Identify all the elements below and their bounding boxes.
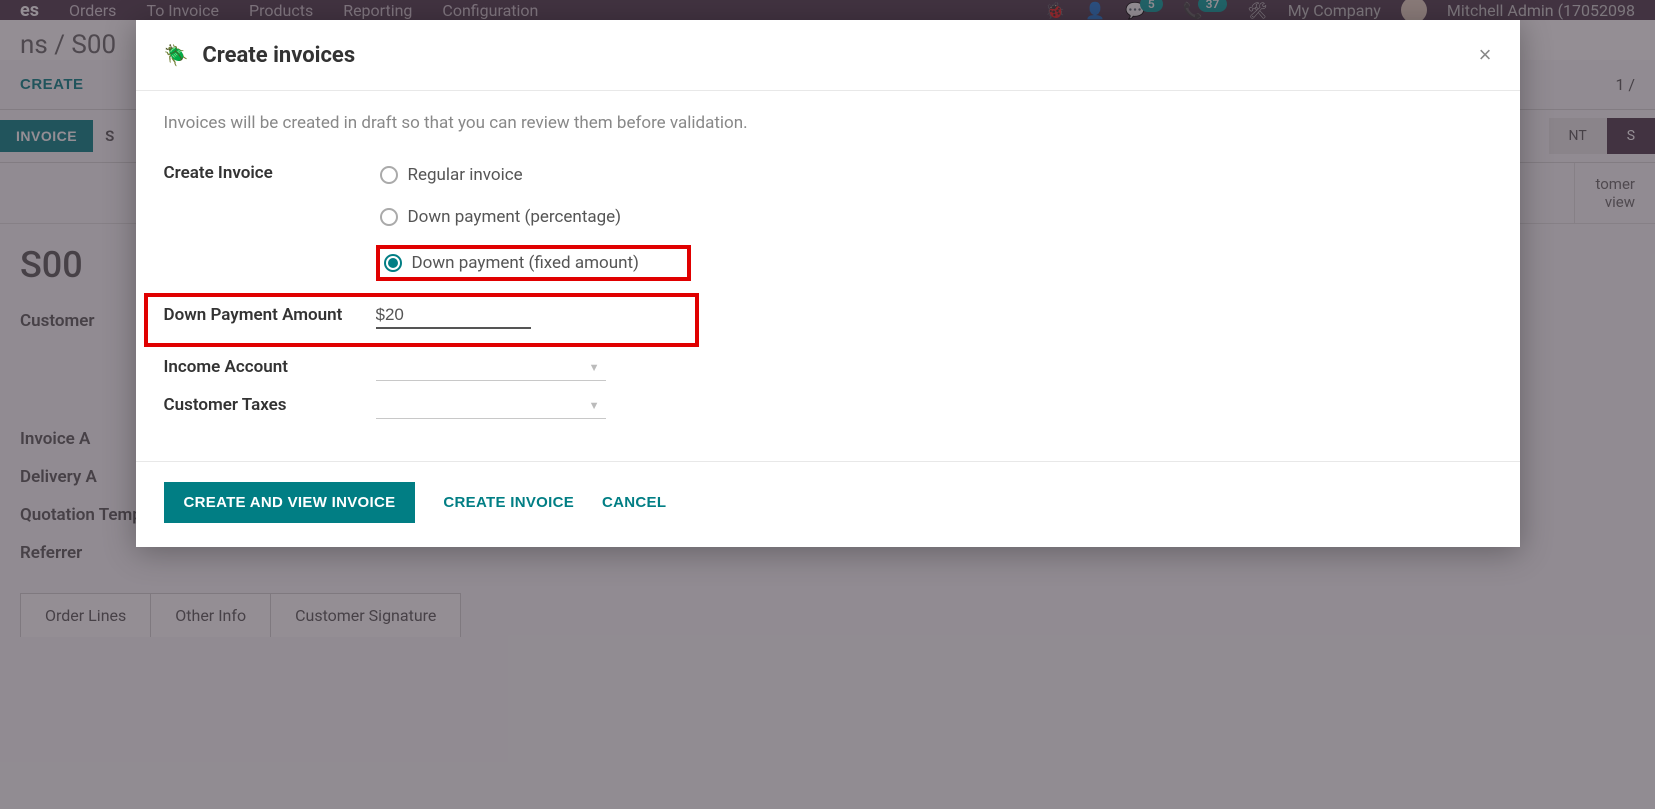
create-invoice-field-label: Create Invoice bbox=[164, 161, 376, 183]
modal-header: 🪲 Create invoices × bbox=[136, 20, 1520, 91]
radio-down-payment-fixed[interactable]: Down payment (fixed amount) bbox=[380, 249, 687, 277]
radio-circle-icon bbox=[380, 166, 398, 184]
create-invoices-modal: 🪲 Create invoices × Invoices will be cre… bbox=[136, 20, 1520, 547]
income-account-select[interactable]: ▼ bbox=[376, 355, 606, 381]
bug-icon[interactable]: 🪲 bbox=[164, 43, 189, 67]
down-payment-amount-row: Down Payment Amount bbox=[144, 293, 699, 347]
create-invoice-button[interactable]: CREATE INVOICE bbox=[443, 494, 574, 511]
create-and-view-invoice-button[interactable]: CREATE AND VIEW INVOICE bbox=[164, 482, 416, 523]
modal-title-text: Create invoices bbox=[202, 43, 355, 68]
caret-down-icon: ▼ bbox=[589, 399, 600, 412]
modal-footer: CREATE AND VIEW INVOICE CREATE INVOICE C… bbox=[136, 461, 1520, 547]
caret-down-icon: ▼ bbox=[589, 361, 600, 374]
invoice-type-radio-group: Regular invoice Down payment (percentage… bbox=[376, 161, 691, 281]
radio-down-payment-percentage[interactable]: Down payment (percentage) bbox=[376, 203, 691, 231]
radio-regular-invoice[interactable]: Regular invoice bbox=[376, 161, 691, 189]
modal-overlay: 🪲 Create invoices × Invoices will be cre… bbox=[0, 0, 1655, 809]
radio-circle-checked-icon bbox=[384, 254, 402, 272]
radio-circle-icon bbox=[380, 208, 398, 226]
customer-taxes-select[interactable]: ▼ bbox=[376, 393, 606, 419]
income-account-label: Income Account bbox=[164, 355, 376, 377]
modal-body: Invoices will be created in draft so tha… bbox=[136, 91, 1520, 461]
customer-taxes-label: Customer Taxes bbox=[164, 393, 376, 415]
down-payment-amount-label: Down Payment Amount bbox=[164, 303, 376, 329]
radio-percentage-label: Down payment (percentage) bbox=[408, 207, 622, 227]
radio-regular-label: Regular invoice bbox=[408, 165, 523, 185]
close-button[interactable]: × bbox=[1479, 42, 1492, 68]
modal-info-text: Invoices will be created in draft so tha… bbox=[164, 113, 1492, 133]
radio-fixed-label: Down payment (fixed amount) bbox=[412, 253, 639, 273]
down-payment-amount-input[interactable] bbox=[376, 303, 531, 329]
cancel-button[interactable]: CANCEL bbox=[602, 494, 666, 511]
